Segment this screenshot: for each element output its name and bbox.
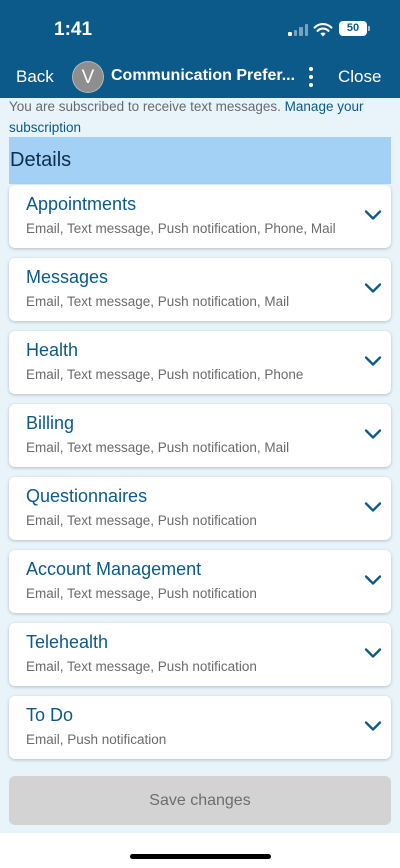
home-indicator[interactable] bbox=[130, 854, 271, 859]
category-title: Health bbox=[26, 340, 79, 360]
preferences-content[interactable]: You are subscribed to receive text messa… bbox=[0, 98, 400, 833]
category-card-telehealth[interactable]: Telehealth Email, Text message, Push not… bbox=[9, 623, 391, 686]
category-title: Messages bbox=[26, 267, 109, 287]
category-title: Telehealth bbox=[26, 632, 109, 652]
home-indicator-area bbox=[0, 833, 400, 868]
close-button[interactable]: Close bbox=[338, 67, 381, 87]
cellular-signal-icon bbox=[288, 24, 308, 36]
chevron-down-icon[interactable] bbox=[364, 282, 382, 294]
category-channels: Email, Text message, Push notification bbox=[26, 659, 257, 674]
category-card-to-do[interactable]: To Do Email, Push notification bbox=[9, 696, 391, 759]
category-card-account-management[interactable]: Account Management Email, Text message, … bbox=[9, 550, 391, 613]
subscription-text: You are subscribed to receive text messa… bbox=[9, 99, 281, 114]
category-channels: Email, Text message, Push notification, … bbox=[26, 440, 290, 455]
more-vertical-icon[interactable] bbox=[304, 66, 318, 88]
category-channels: Email, Push notification bbox=[26, 732, 167, 747]
app-header: 1:41 50 Back V Communication Prefer... C… bbox=[0, 0, 400, 100]
details-section-header: Details bbox=[9, 137, 391, 184]
category-card-billing[interactable]: Billing Email, Text message, Push notifi… bbox=[9, 404, 391, 467]
category-channels: Email, Text message, Push notification bbox=[26, 586, 257, 601]
back-button[interactable]: Back bbox=[16, 67, 54, 87]
category-title: Account Management bbox=[26, 559, 202, 579]
category-channels: Email, Text message, Push notification, … bbox=[26, 294, 290, 309]
chevron-down-icon[interactable] bbox=[364, 209, 382, 221]
battery-tip bbox=[368, 26, 370, 31]
category-title: Questionnaires bbox=[26, 486, 148, 506]
status-time: 1:41 bbox=[54, 19, 93, 40]
category-title: To Do bbox=[26, 705, 74, 725]
chevron-down-icon[interactable] bbox=[364, 501, 382, 513]
chevron-down-icon[interactable] bbox=[364, 574, 382, 586]
category-card-messages[interactable]: Messages Email, Text message, Push notif… bbox=[9, 258, 391, 321]
nav-bar: Back V Communication Prefer... Close bbox=[0, 58, 400, 98]
category-title: Billing bbox=[26, 413, 75, 433]
chevron-down-icon[interactable] bbox=[364, 720, 382, 732]
category-channels: Email, Text message, Push notification bbox=[26, 513, 257, 528]
category-channels: Email, Text message, Push notification, … bbox=[26, 221, 336, 236]
status-bar: 1:41 50 bbox=[0, 0, 400, 58]
category-channels: Email, Text message, Push notification, … bbox=[26, 367, 304, 382]
wifi-icon bbox=[313, 23, 333, 37]
chevron-down-icon[interactable] bbox=[364, 647, 382, 659]
battery-icon: 50 bbox=[339, 21, 367, 36]
page-title: Communication Prefer... bbox=[111, 67, 296, 84]
category-card-health[interactable]: Health Email, Text message, Push notific… bbox=[9, 331, 391, 394]
category-card-appointments[interactable]: Appointments Email, Text message, Push n… bbox=[9, 185, 391, 248]
chevron-down-icon[interactable] bbox=[364, 428, 382, 440]
chevron-down-icon[interactable] bbox=[364, 355, 382, 367]
category-card-questionnaires[interactable]: Questionnaires Email, Text message, Push… bbox=[9, 477, 391, 540]
save-changes-button[interactable]: Save changes bbox=[9, 776, 391, 825]
subscription-notice: You are subscribed to receive text messa… bbox=[9, 96, 394, 138]
category-title: Appointments bbox=[26, 194, 137, 214]
avatar[interactable]: V bbox=[72, 61, 104, 93]
